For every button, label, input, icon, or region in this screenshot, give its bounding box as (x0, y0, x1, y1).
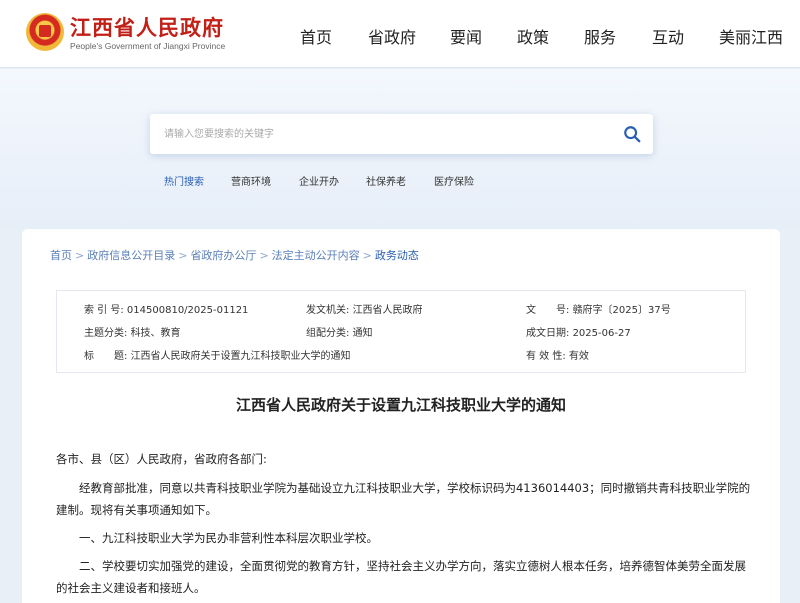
breadcrumb-current[interactable]: 政务动态 (375, 249, 419, 262)
hot-term-medical-insurance[interactable]: 医疗保险 (434, 173, 474, 188)
document-title: 江西省人民政府关于设置九江科技职业大学的通知 (235, 396, 566, 414)
main-nav: 首页 省政府 要闻 政策 服务 互动 美丽江西 (300, 24, 788, 48)
nav-interaction[interactable]: 互动 (652, 24, 684, 48)
search-input[interactable] (164, 124, 604, 144)
site-subtitle: People's Government of Jiangxi Province (70, 41, 226, 51)
document-paragraph-2: 一、九江科技职业大学为民办非营利性本科层次职业学校。 (79, 531, 378, 545)
breadcrumb-separator: > (259, 249, 269, 262)
nav-services[interactable]: 服务 (584, 24, 616, 48)
meta-issuer-value: 江西省人民政府 (352, 305, 423, 316)
meta-date-value: 2025-06-27 (572, 328, 631, 339)
document-salutation: 各市、县（区）人民政府，省政府各部门: (56, 452, 267, 466)
document-paragraph-1: 经教育部批准，同意以共青科技职业学院为基础设立九江科技职业大学，学校标识码为41… (56, 481, 751, 517)
meta-docno-label: 文 号: (526, 305, 570, 316)
breadcrumb: 首页 > 政府信息公开目录 > 省政府办公厅 > 法定主动公开内容 > 政务动态 (50, 247, 419, 263)
meta-issuer: 发文机关: 江西省人民政府 (306, 301, 423, 316)
breadcrumb-statutory-content[interactable]: 法定主动公开内容 (272, 249, 360, 262)
meta-topic-value: 科技、教育 (130, 328, 181, 339)
breadcrumb-separator: > (362, 249, 372, 262)
meta-title-label: 标 题: (84, 351, 128, 362)
meta-date-label: 成文日期: (526, 328, 570, 339)
meta-topic: 主题分类: 科技、教育 (84, 324, 181, 339)
nav-home[interactable]: 首页 (300, 24, 332, 48)
meta-issuer-label: 发文机关: (306, 305, 350, 316)
breadcrumb-info-catalog[interactable]: 政府信息公开目录 (87, 249, 175, 262)
hot-term-business-startup[interactable]: 企业开办 (299, 173, 339, 188)
hot-term-social-pension[interactable]: 社保养老 (366, 173, 406, 188)
document-paragraph-3: 二、学校要切实加强党的建设，全面贯彻党的教育方针，坚持社会主义办学方向，落实立德… (56, 559, 746, 595)
breadcrumb-separator: > (75, 249, 85, 262)
meta-index: 索 引 号: 014500810/2025-01121 (84, 301, 248, 316)
meta-docno-value: 赣府字〔2025〕37号 (572, 305, 671, 316)
national-emblem-icon[interactable] (26, 13, 64, 51)
hot-term-business-environment[interactable]: 营商环境 (231, 173, 271, 188)
meta-index-label: 索 引 号: (84, 305, 124, 316)
site-header: 江西省人民政府 People's Government of Jiangxi P… (0, 0, 800, 68)
meta-topic-label: 主题分类: (84, 328, 128, 339)
nav-provincial-gov[interactable]: 省政府 (368, 24, 416, 48)
hot-search-label: 热门搜索 (164, 177, 204, 188)
nav-news[interactable]: 要闻 (450, 24, 482, 48)
breadcrumb-general-office[interactable]: 省政府办公厅 (190, 249, 256, 262)
meta-title: 标 题: 江西省人民政府关于设置九江科技职业大学的通知 (84, 347, 351, 362)
nav-policy[interactable]: 政策 (517, 24, 549, 48)
breadcrumb-separator: > (178, 249, 188, 262)
search-icon[interactable] (623, 125, 641, 143)
search-band: 热门搜索 营商环境 企业开办 社保养老 医疗保险 (0, 69, 800, 229)
meta-validity-label: 有 效 性: (526, 351, 566, 362)
meta-validity: 有 效 性: 有效 (526, 347, 589, 362)
meta-genre: 组配分类: 通知 (306, 324, 373, 339)
search-box (150, 114, 653, 154)
meta-docno: 文 号: 赣府字〔2025〕37号 (526, 301, 671, 316)
document-metadata-table: 索 引 号: 014500810/2025-01121 发文机关: 江西省人民政… (56, 290, 746, 373)
breadcrumb-home[interactable]: 首页 (50, 249, 72, 262)
meta-genre-value: 通知 (352, 328, 373, 339)
meta-index-value: 014500810/2025-01121 (126, 305, 249, 316)
nav-beautiful-jiangxi[interactable]: 美丽江西 (719, 24, 783, 48)
meta-title-value: 江西省人民政府关于设置九江科技职业大学的通知 (130, 351, 351, 362)
site-title[interactable]: 江西省人民政府 (70, 12, 224, 42)
meta-date: 成文日期: 2025-06-27 (526, 324, 631, 339)
meta-validity-value: 有效 (568, 351, 589, 362)
content-card: 首页 > 政府信息公开目录 > 省政府办公厅 > 法定主动公开内容 > 政务动态 索 引 号: … (22, 229, 780, 603)
meta-genre-label: 组配分类: (306, 328, 350, 339)
